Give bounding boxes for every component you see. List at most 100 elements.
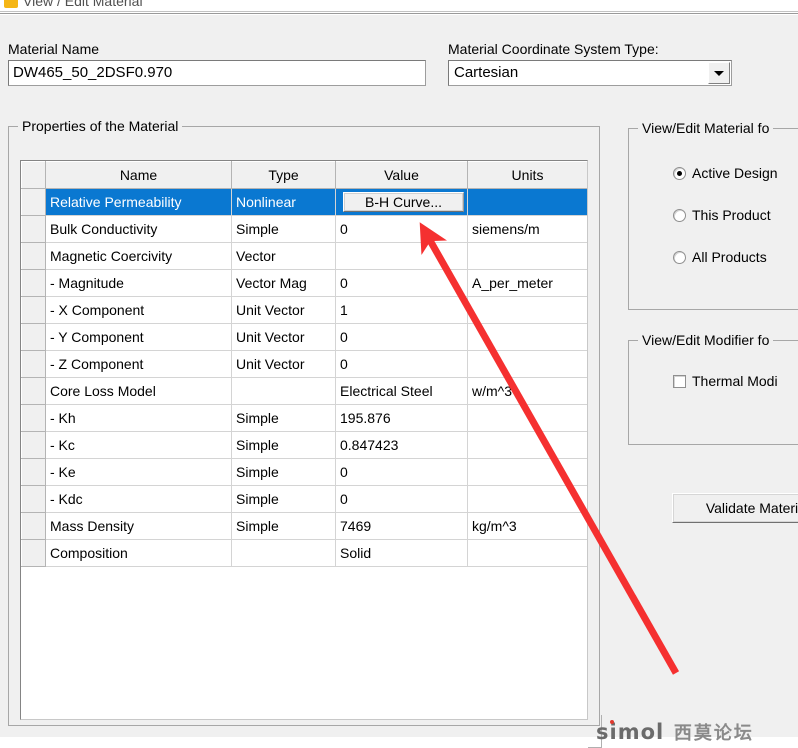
properties-table[interactable]: Name Type Value Units Relative Permeabil… bbox=[20, 160, 588, 720]
cell-value[interactable]: 0 bbox=[335, 458, 468, 486]
row-selector-cell[interactable] bbox=[21, 512, 46, 540]
column-header-units[interactable]: Units bbox=[467, 161, 587, 189]
cell-type[interactable]: Unit Vector bbox=[231, 323, 336, 351]
cell-units[interactable] bbox=[467, 485, 587, 513]
properties-group-title: Properties of the Material bbox=[18, 118, 183, 134]
material-name-input[interactable]: DW465_50_2DSF0.970 bbox=[8, 60, 426, 86]
column-header-value[interactable]: Value bbox=[335, 161, 468, 189]
column-header-selector[interactable] bbox=[21, 161, 46, 189]
table-row[interactable]: - X Component Unit Vector 1 bbox=[21, 296, 587, 324]
cell-value[interactable]: 1 bbox=[335, 296, 468, 324]
row-selector-cell[interactable] bbox=[21, 269, 46, 297]
watermark-chinese: 西莫论坛 bbox=[673, 723, 754, 743]
cell-name[interactable]: Composition bbox=[45, 539, 232, 567]
cell-units[interactable]: w/m^3 bbox=[467, 377, 587, 405]
table-row[interactable]: - Ke Simple 0 bbox=[21, 458, 587, 486]
bh-curve-button[interactable]: B-H Curve... bbox=[343, 192, 464, 212]
cell-units[interactable]: siemens/m bbox=[467, 215, 587, 243]
cell-value[interactable]: 0.847423 bbox=[335, 431, 468, 459]
cell-value[interactable]: B-H Curve... bbox=[335, 188, 468, 216]
coord-system-dropdown[interactable]: Cartesian bbox=[448, 60, 732, 86]
cell-units[interactable] bbox=[467, 458, 587, 486]
cell-type[interactable] bbox=[231, 539, 336, 567]
cell-value[interactable] bbox=[335, 242, 468, 270]
cell-units[interactable] bbox=[467, 539, 587, 567]
cell-value[interactable]: Solid bbox=[335, 539, 468, 567]
cell-name[interactable]: - Kdc bbox=[45, 485, 232, 513]
cell-value[interactable]: 0 bbox=[335, 350, 468, 378]
row-selector-cell[interactable] bbox=[21, 485, 46, 513]
cell-name[interactable]: - X Component bbox=[45, 296, 232, 324]
row-selector-cell[interactable] bbox=[21, 242, 46, 270]
cell-type[interactable]: Vector bbox=[231, 242, 336, 270]
cell-name[interactable]: - Kh bbox=[45, 404, 232, 432]
row-selector-cell[interactable] bbox=[21, 404, 46, 432]
validate-material-button[interactable]: Validate Materi bbox=[672, 493, 798, 523]
cell-type[interactable]: Vector Mag bbox=[231, 269, 336, 297]
cell-type[interactable]: Simple bbox=[231, 404, 336, 432]
table-row[interactable]: Relative Permeability Nonlinear B-H Curve.… bbox=[21, 188, 587, 216]
row-selector-cell[interactable] bbox=[21, 296, 46, 324]
cell-type[interactable]: Simple bbox=[231, 215, 336, 243]
row-selector-cell[interactable] bbox=[21, 377, 46, 405]
cell-units[interactable] bbox=[467, 431, 587, 459]
cell-units[interactable] bbox=[467, 404, 587, 432]
cell-name[interactable]: Mass Density bbox=[45, 512, 232, 540]
window-titlebar: View / Edit Material bbox=[0, 0, 798, 11]
cell-name[interactable]: Relative Permeability bbox=[45, 188, 232, 216]
cell-type[interactable]: Unit Vector bbox=[231, 350, 336, 378]
cell-value[interactable]: Electrical Steel bbox=[335, 377, 468, 405]
table-row[interactable]: - Y Component Unit Vector 0 bbox=[21, 323, 587, 351]
cell-value[interactable]: 0 bbox=[335, 323, 468, 351]
cell-name[interactable]: Bulk Conductivity bbox=[45, 215, 232, 243]
row-selector-cell[interactable] bbox=[21, 539, 46, 567]
table-row[interactable]: - Z Component Unit Vector 0 bbox=[21, 350, 587, 378]
table-row[interactable]: Core Loss Model Electrical Steel w/m^3 bbox=[21, 377, 587, 405]
cell-units[interactable] bbox=[467, 188, 587, 216]
cell-value[interactable]: 7469 bbox=[335, 512, 468, 540]
row-selector-cell[interactable] bbox=[21, 188, 46, 216]
column-header-type[interactable]: Type bbox=[231, 161, 336, 189]
cell-value[interactable]: 0 bbox=[335, 215, 468, 243]
cell-value[interactable]: 0 bbox=[335, 269, 468, 297]
table-row[interactable]: - Magnitude Vector Mag 0 A_per_meter bbox=[21, 269, 587, 297]
cell-value[interactable]: 195.876 bbox=[335, 404, 468, 432]
column-header-name[interactable]: Name bbox=[45, 161, 232, 189]
table-row[interactable]: - Kh Simple 195.876 bbox=[21, 404, 587, 432]
table-row[interactable]: - Kdc Simple 0 bbox=[21, 485, 587, 513]
cell-name[interactable]: - Ke bbox=[45, 458, 232, 486]
cell-units[interactable] bbox=[467, 242, 587, 270]
cell-type[interactable]: Unit Vector bbox=[231, 296, 336, 324]
row-selector-cell[interactable] bbox=[21, 323, 46, 351]
table-row[interactable]: Bulk Conductivity Simple 0 siemens/m bbox=[21, 215, 587, 243]
row-selector-cell[interactable] bbox=[21, 350, 46, 378]
table-row[interactable]: Magnetic Coercivity Vector bbox=[21, 242, 587, 270]
cell-value[interactable]: 0 bbox=[335, 485, 468, 513]
chevron-down-icon[interactable] bbox=[708, 62, 730, 84]
cell-type[interactable]: Simple bbox=[231, 512, 336, 540]
cell-type[interactable]: Simple bbox=[231, 458, 336, 486]
cell-units[interactable]: kg/m^3 bbox=[467, 512, 587, 540]
cell-type[interactable]: Simple bbox=[231, 431, 336, 459]
cell-name[interactable]: Core Loss Model bbox=[45, 377, 232, 405]
table-row[interactable]: Composition Solid bbox=[21, 539, 587, 567]
cell-units[interactable] bbox=[467, 296, 587, 324]
cell-name[interactable]: - Magnitude bbox=[45, 269, 232, 297]
cell-name[interactable]: Magnetic Coercivity bbox=[45, 242, 232, 270]
cell-units[interactable]: A_per_meter bbox=[467, 269, 587, 297]
cell-type[interactable]: Simple bbox=[231, 485, 336, 513]
radio-label-all-products: All Products bbox=[692, 249, 767, 265]
row-selector-cell[interactable] bbox=[21, 458, 46, 486]
cell-name[interactable]: - Kc bbox=[45, 431, 232, 459]
cell-name[interactable]: - Z Component bbox=[45, 350, 232, 378]
cell-units[interactable] bbox=[467, 323, 587, 351]
row-selector-cell[interactable] bbox=[21, 431, 46, 459]
cell-name[interactable]: - Y Component bbox=[45, 323, 232, 351]
cell-type[interactable]: Nonlinear bbox=[231, 188, 336, 216]
row-selector-cell[interactable] bbox=[21, 215, 46, 243]
table-row[interactable]: Mass Density Simple 7469 kg/m^3 bbox=[21, 512, 587, 540]
cell-type[interactable] bbox=[231, 377, 336, 405]
table-row[interactable]: - Kc Simple 0.847423 bbox=[21, 431, 587, 459]
cell-units[interactable] bbox=[467, 350, 587, 378]
titlebar-separator bbox=[0, 11, 798, 14]
